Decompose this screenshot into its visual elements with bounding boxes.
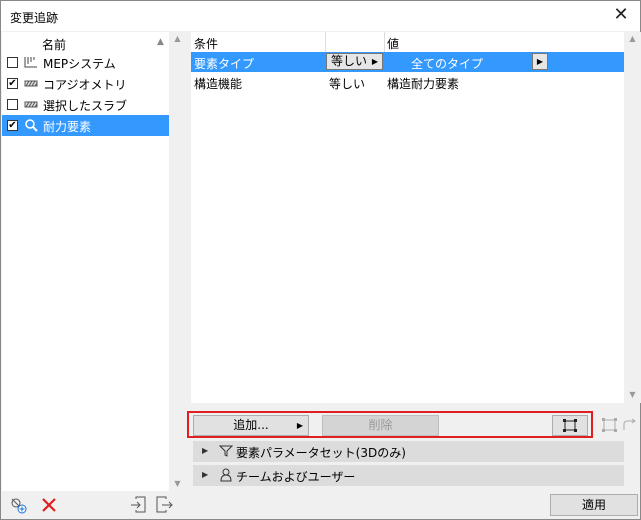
list-item-label: コアジオメトリ (43, 78, 127, 92)
list-item-label: 耐力要素 (43, 120, 92, 134)
checkbox-load-bearing[interactable]: ✔ (7, 120, 18, 131)
scroll-down-icon[interactable]: ▼ (624, 390, 641, 399)
mep-icon (24, 57, 37, 68)
criteria-row[interactable]: 構造機能 等しい 構造耐力要素 (191, 72, 624, 92)
condition-cell[interactable]: 構造機能 (194, 75, 242, 92)
hatch-icon (24, 101, 38, 108)
magnify-icon (25, 119, 38, 132)
list-item-load-bearing[interactable]: ✔ 耐力要素 (2, 115, 169, 136)
add-filter-icon[interactable] (9, 496, 27, 514)
title-bar: 変更追跡 ✕ (1, 1, 640, 31)
param-set-expander[interactable]: ▶ 要素パラメータセット(3Dのみ) (193, 441, 624, 462)
change-tracker-window: 変更追跡 ✕ 名前 ▲ MEPシステム ✔ コアジオメトリ 選択したスラブ ✔ … (0, 0, 641, 520)
export-icon[interactable] (156, 496, 174, 514)
list-item-selected-slab[interactable]: 選択したスラブ (2, 94, 169, 115)
window-title: 変更追跡 (10, 11, 59, 25)
checkbox-core-geometry[interactable]: ✔ (7, 78, 18, 89)
marquee-button[interactable] (552, 415, 588, 436)
close-icon[interactable]: ✕ (610, 5, 632, 27)
expand-arrow-icon: ▶ (202, 470, 209, 479)
scroll-up-icon[interactable]: ▲ (624, 34, 641, 43)
expand-arrow-icon: ▶ (202, 446, 209, 455)
team-expander[interactable]: ▶ チームおよびユーザー (193, 465, 624, 486)
marquee-icon (563, 419, 577, 432)
scroll-down-icon[interactable]: ▼ (169, 479, 186, 488)
dropdown-arrow-icon: ▶ (371, 57, 378, 66)
checkbox-mep[interactable] (7, 57, 18, 68)
right-scrollbar[interactable]: ▲ ▼ (624, 32, 641, 403)
add-criterion-button[interactable]: 追加... ▶ (193, 415, 309, 436)
apply-button[interactable]: 適用 (550, 494, 638, 516)
redo-icon[interactable] (622, 418, 638, 432)
add-button-label: 追加... (233, 418, 269, 432)
criteria-table: 条件 値 要素タイプ 等しい ▶ 全てのタイプ ▶ 構造機能 等しい 構造耐力要素 (191, 32, 624, 403)
operator-dropdown[interactable]: 等しい ▶ (326, 53, 383, 70)
filter-list: 名前 ▲ MEPシステム ✔ コアジオメトリ 選択したスラブ ✔ 耐力要素 (2, 32, 169, 491)
dropdown-arrow-icon: ▶ (296, 421, 303, 430)
delete-criterion-button[interactable]: 削除 (322, 415, 439, 436)
list-item-label: 選択したスラブ (43, 99, 128, 113)
list-item-core-geometry[interactable]: ✔ コアジオメトリ (2, 73, 169, 94)
condition-cell[interactable]: 要素タイプ (194, 55, 254, 72)
criteria-header: 条件 値 (191, 32, 624, 52)
sort-up-icon: ▲ (157, 37, 164, 47)
side-icons (602, 418, 640, 432)
delete-icon[interactable] (40, 496, 58, 514)
import-icon[interactable] (130, 496, 148, 514)
param-set-label: 要素パラメータセット(3Dのみ) (236, 446, 406, 460)
column-divider[interactable] (325, 32, 326, 52)
operator-value: 等しい (331, 54, 368, 68)
value-cell[interactable]: 構造耐力要素 (387, 75, 459, 92)
marquee-disabled-icon[interactable] (602, 418, 618, 432)
criteria-row[interactable]: 要素タイプ 等しい ▶ 全てのタイプ ▶ (191, 52, 624, 72)
scroll-up-icon[interactable]: ▲ (169, 34, 186, 43)
filter-icon (219, 445, 233, 457)
value-dropdown-button[interactable]: ▶ (532, 53, 548, 70)
column-divider[interactable] (384, 32, 385, 52)
left-scrollbar[interactable]: ▲ ▼ (169, 32, 186, 491)
value-column-header[interactable]: 値 (387, 35, 399, 52)
team-label: チームおよびユーザー (236, 470, 356, 484)
checkbox-selected-slab[interactable] (7, 99, 18, 110)
operator-cell[interactable]: 等しい (329, 75, 365, 92)
list-item-label: MEPシステム (43, 57, 116, 71)
list-item-mep[interactable]: MEPシステム (2, 52, 169, 73)
user-icon (220, 468, 232, 482)
value-cell[interactable]: 全てのタイプ (411, 55, 483, 72)
list-header: 名前 ▲ (2, 34, 169, 53)
hatch-icon (24, 80, 38, 87)
name-column-header[interactable]: 名前 (42, 36, 66, 53)
condition-column-header[interactable]: 条件 (194, 35, 218, 52)
